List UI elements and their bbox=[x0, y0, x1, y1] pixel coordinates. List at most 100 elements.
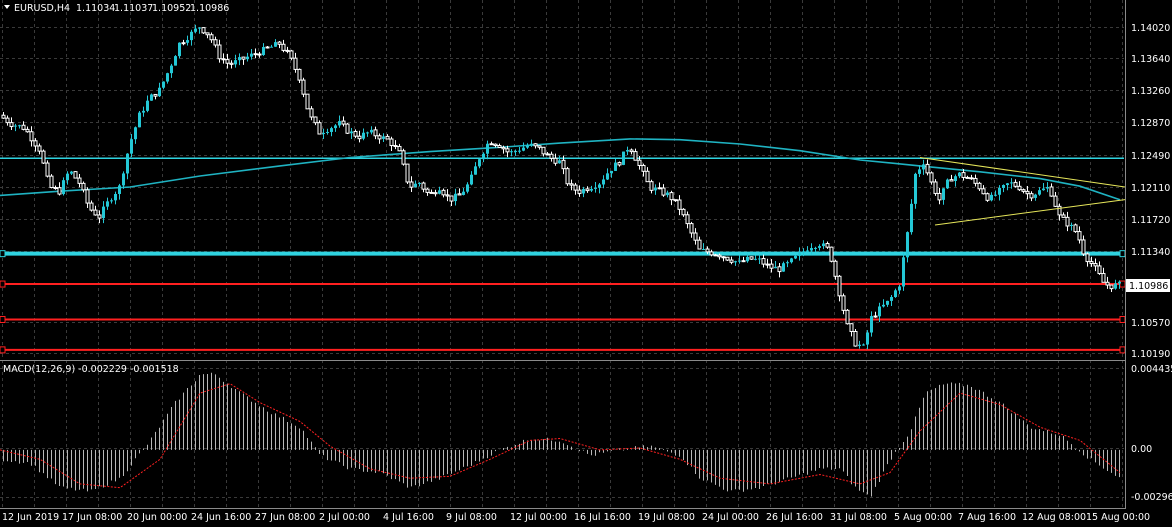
candle-body bbox=[1081, 239, 1086, 255]
candle-body bbox=[1025, 190, 1030, 195]
candle-body bbox=[217, 44, 222, 60]
candle-body bbox=[134, 127, 137, 140]
candle-body bbox=[977, 182, 982, 190]
candle-body bbox=[190, 31, 193, 41]
candle-body bbox=[790, 258, 793, 263]
level-handle bbox=[1119, 315, 1126, 323]
symbol-label: EURUSD,H4 bbox=[14, 3, 70, 14]
candle-body bbox=[558, 160, 561, 164]
candle-body bbox=[501, 146, 506, 150]
candle-body bbox=[401, 150, 406, 165]
candle-body bbox=[478, 159, 481, 167]
candle-body bbox=[5, 117, 10, 124]
candle-body bbox=[849, 323, 854, 332]
candle-body bbox=[685, 214, 690, 225]
candle-body bbox=[1109, 284, 1114, 290]
candle-body bbox=[754, 258, 757, 260]
candle-body bbox=[697, 239, 702, 250]
candle-body bbox=[713, 254, 718, 257]
candle-body bbox=[305, 93, 310, 110]
candle-body bbox=[205, 32, 210, 36]
candle-body bbox=[1089, 261, 1094, 265]
chart-canvas[interactable]: 1.14020 1.13640 1.13260 1.12870 1.12490 … bbox=[0, 0, 1172, 527]
macd-label: MACD(12,26,9) -0.002229 -0.001518 bbox=[3, 364, 179, 375]
candle-body bbox=[1029, 193, 1034, 199]
price-label: 1.10570 bbox=[1131, 318, 1170, 329]
candle-body bbox=[382, 136, 385, 139]
level-handle bbox=[1119, 346, 1126, 354]
candle-body bbox=[890, 297, 893, 301]
candle-body bbox=[366, 132, 369, 134]
macd-axis-label: 0.00 bbox=[1131, 444, 1152, 455]
level-handle bbox=[0, 250, 6, 258]
candle-body bbox=[1105, 281, 1110, 286]
candle-body bbox=[150, 94, 153, 101]
candle-body bbox=[522, 147, 525, 151]
candle-body bbox=[341, 120, 346, 125]
candle-body bbox=[577, 189, 582, 194]
candle-body bbox=[317, 122, 322, 135]
ma-line bbox=[0, 138, 1121, 201]
candle-body bbox=[1, 114, 6, 119]
time-label: 12 Aug 08:00 bbox=[1022, 512, 1086, 523]
candle-body bbox=[873, 315, 878, 318]
candle-body bbox=[622, 151, 625, 165]
candle-body bbox=[657, 187, 662, 190]
candle-body bbox=[717, 254, 722, 258]
candle-body bbox=[749, 256, 754, 260]
candle-body bbox=[654, 187, 657, 191]
candle-body bbox=[822, 243, 825, 247]
candle-body bbox=[198, 27, 201, 29]
candle-body bbox=[1002, 185, 1005, 188]
candle-body bbox=[614, 162, 617, 171]
candle-body bbox=[449, 195, 454, 202]
candle-body bbox=[1065, 216, 1070, 227]
candle-body bbox=[186, 40, 189, 43]
price-label: 1.11340 bbox=[1131, 247, 1170, 258]
candle-body bbox=[965, 176, 970, 179]
candle-body bbox=[641, 164, 646, 172]
candle-body bbox=[818, 246, 821, 248]
candle-body bbox=[62, 180, 65, 195]
candle-body bbox=[338, 121, 341, 126]
candle-body bbox=[138, 112, 141, 128]
macd-axis-label: -0.002968 bbox=[1131, 492, 1172, 503]
ohlc-open: 1.11034 bbox=[76, 3, 115, 14]
candle-body bbox=[246, 56, 249, 60]
candle-body bbox=[126, 153, 129, 174]
candle-body bbox=[234, 60, 237, 65]
candle-body bbox=[414, 183, 417, 188]
candle-body bbox=[77, 177, 82, 184]
candle-body bbox=[981, 188, 986, 195]
candle-body bbox=[610, 170, 613, 174]
candle-body bbox=[421, 182, 426, 190]
chevron-down-icon[interactable] bbox=[4, 5, 10, 9]
candle-body bbox=[1038, 190, 1041, 195]
candle-body bbox=[933, 181, 938, 194]
candle-body bbox=[353, 130, 358, 137]
candle-body bbox=[985, 193, 990, 201]
candle-body bbox=[106, 201, 109, 207]
candle-body bbox=[794, 255, 797, 259]
candle-body bbox=[725, 256, 730, 261]
level-handle bbox=[0, 315, 6, 323]
candle-body bbox=[666, 192, 669, 196]
candle-body bbox=[221, 58, 226, 61]
candle-body bbox=[645, 170, 650, 183]
price-label: 1.12110 bbox=[1131, 183, 1170, 194]
trading-chart-window[interactable]: 1.14020 1.13640 1.13260 1.12870 1.12490 … bbox=[0, 0, 1172, 527]
candle-body bbox=[409, 181, 414, 188]
candle-body bbox=[45, 162, 50, 177]
candle-body bbox=[1073, 224, 1078, 233]
candle-body bbox=[457, 193, 462, 196]
candle-body bbox=[746, 256, 749, 262]
candle-body bbox=[702, 249, 705, 251]
candle-body bbox=[806, 250, 809, 252]
candle-body bbox=[582, 188, 585, 194]
price-label: 1.11720 bbox=[1131, 215, 1170, 226]
chart-header: EURUSD,H4 1.11034 1.11037 1.10952 1.1098… bbox=[4, 3, 229, 14]
candle-body bbox=[693, 232, 698, 241]
candle-body bbox=[73, 171, 78, 179]
candle-body bbox=[942, 188, 945, 200]
time-label: 4 Jul 16:00 bbox=[383, 512, 434, 523]
